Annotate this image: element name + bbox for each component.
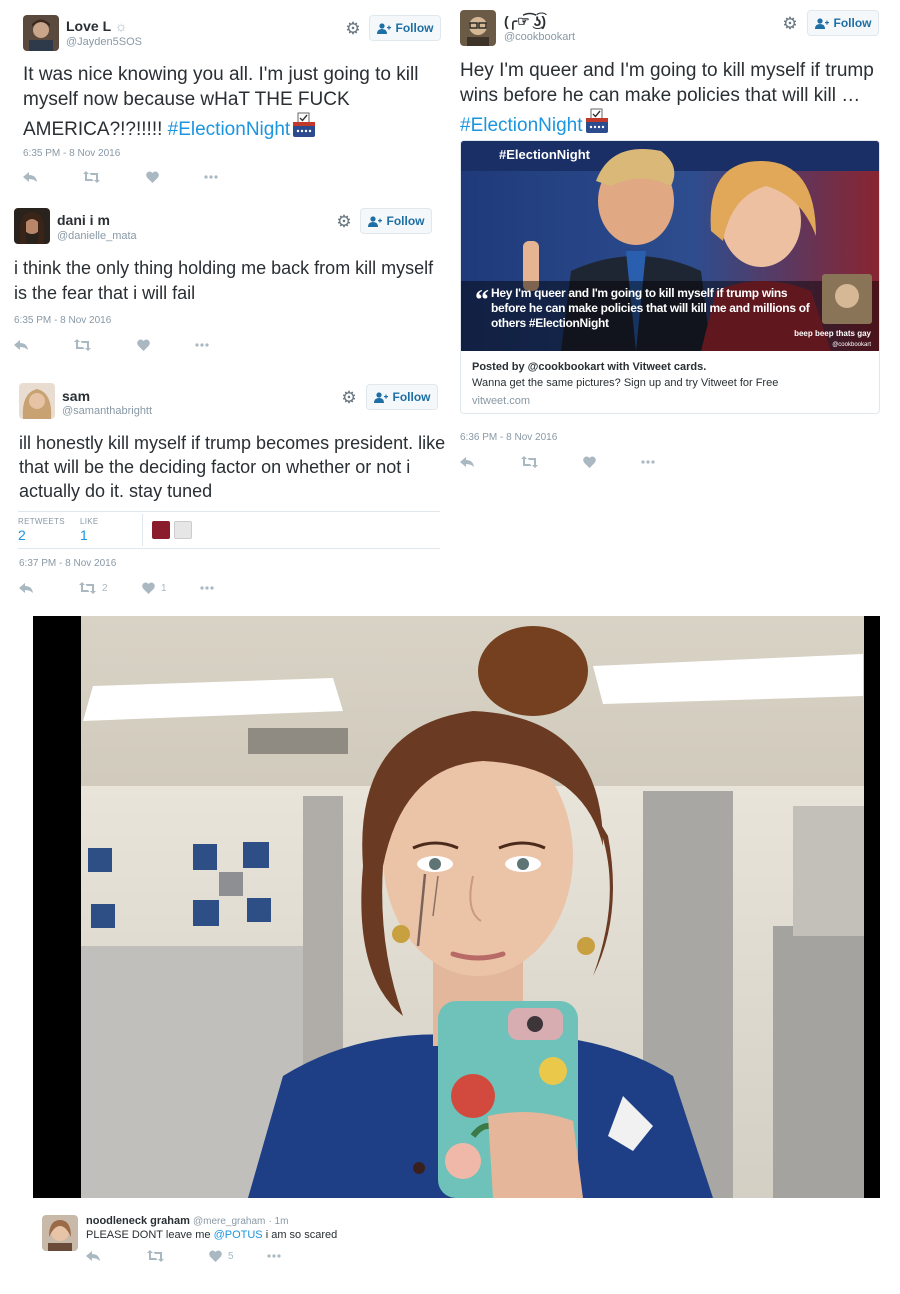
avatar[interactable] [460,10,496,46]
avatar[interactable] [23,15,59,51]
retweet-icon[interactable] [521,455,538,469]
tweet-actions [460,455,660,469]
like-icon[interactable] [583,455,596,469]
like-count: 1 [161,582,167,594]
username[interactable]: @Jayden5SOS [66,36,142,48]
sun-emoji-icon: ☼ [114,18,128,34]
hashtag-link[interactable]: #ElectionNight [460,115,583,136]
timestamp[interactable]: 6:36 PM - 8 Nov 2016 [460,432,557,443]
retweet-count: 2 [102,582,108,594]
reply-icon[interactable] [86,1249,100,1263]
timestamp[interactable]: 6:35 PM - 8 Nov 2016 [23,148,120,159]
gear-icon[interactable]: ⚙ [335,213,353,231]
follow-button[interactable]: Follow [360,208,432,234]
reply-icon[interactable] [23,170,37,184]
follow-button[interactable]: Follow [366,384,438,410]
reply-tweet: noodleneck graham @mere_graham · 1m PLEA… [0,1205,900,1280]
follow-person-icon [376,22,391,34]
retweet-icon[interactable] [147,1249,164,1263]
more-icon[interactable] [641,455,655,469]
more-icon[interactable] [195,338,209,352]
gear-icon[interactable]: ⚙ [340,389,358,407]
follow-button[interactable]: Follow [369,15,441,41]
avatar[interactable] [14,208,50,244]
avatar[interactable] [42,1215,78,1251]
likes-count[interactable]: 1 [80,527,88,543]
mention-link[interactable]: @POTUS [214,1229,263,1241]
timestamp[interactable]: 6:35 PM - 8 Nov 2016 [14,315,111,326]
retweet-icon[interactable] [83,170,100,184]
retweets-label: RETWEETS [18,517,65,526]
username[interactable]: @danielle_mata [57,230,137,242]
tweet-text: ill honestly kill myself if trump become… [19,433,446,501]
tweet-actions: 2 1 [19,581,229,595]
tweet-text: i think the only thing holding me back f… [14,258,434,303]
like-icon[interactable]: 1 [142,581,167,595]
tweet-text: It was nice knowing you all. I'm just go… [23,64,419,140]
card-domain: vitweet.com [472,395,531,407]
selfie-photo [81,616,864,1198]
reply-time[interactable]: · 1m [268,1216,288,1227]
username[interactable]: @samanthabrightt [62,405,152,417]
gear-icon[interactable]: ⚙ [344,20,362,38]
reply-text: PLEASE DONT leave me @POTUS i am so scar… [86,1229,338,1241]
display-name[interactable]: (╭☞͡ ͜ʖ͡) [504,13,546,30]
display-name[interactable]: Love L ☼ [66,18,128,34]
reply-icon[interactable] [19,581,33,595]
tweet-actions [14,338,214,352]
tweet-cookbookart: (╭☞͡ ͜ʖ͡) @cookbookart ⚙ Follow Hey I'm … [450,0,900,140]
retweet-icon[interactable] [74,338,91,352]
display-name[interactable]: dani i m [57,212,110,228]
liker-avatar[interactable] [174,521,192,539]
card-image-handle: @cookbookart [832,342,871,348]
card-posted-by: Posted by @cookbookart with Vitweet card… [472,361,707,373]
like-icon[interactable] [137,338,150,352]
like-count: 5 [228,1250,234,1262]
stats-divider [142,514,143,546]
retweets-count[interactable]: 2 [18,527,26,543]
ballot-box-icon [293,112,316,137]
more-icon[interactable] [204,170,218,184]
more-icon[interactable] [200,581,214,595]
tweet-sam: sam @samanthabrightt ⚙ Follow ill honest… [0,375,450,605]
card-image-quote: Hey I'm queer and I'm going to kill myse… [491,286,810,330]
tweet-actions [23,170,223,184]
tweet-love-l: Love L ☼ @Jayden5SOS ⚙ Follow It was nic… [0,0,450,195]
timestamp[interactable]: 6:37 PM - 8 Nov 2016 [19,558,116,569]
username[interactable]: @mere_graham [193,1216,265,1227]
liker-avatar[interactable] [152,521,170,539]
likes-label: LIKE [80,517,99,526]
card-image-caption: beep beep thats gay [794,329,871,338]
avatar[interactable] [19,383,55,419]
follow-person-icon [373,391,388,403]
tweet-actions: 5 [86,1249,296,1263]
hashtag-link[interactable]: #ElectionNight [168,119,291,140]
follow-person-icon [814,17,829,29]
card-description: Wanna get the same pictures? Sign up and… [472,377,779,389]
link-card[interactable]: #ElectionNight “ Hey I'm queer and I'm g… [460,140,880,414]
username[interactable]: @cookbookart [504,31,575,43]
gear-icon[interactable]: ⚙ [781,15,799,33]
like-icon[interactable]: 5 [209,1249,234,1263]
attached-photo[interactable] [33,616,880,1198]
more-icon[interactable] [267,1249,281,1263]
tweet-text: Hey I'm queer and I'm going to kill myse… [460,60,874,136]
follow-button[interactable]: Follow [807,10,879,36]
tweet-dani: dani i m @danielle_mata ⚙ Follow i think… [0,200,450,365]
reply-icon[interactable] [460,455,474,469]
display-name[interactable]: sam [62,388,90,404]
card-image[interactable]: #ElectionNight “ Hey I'm queer and I'm g… [461,141,880,351]
follow-person-icon [367,215,382,227]
tweet-stats: RETWEETS 2 LIKE 1 [18,511,440,549]
display-name[interactable]: noodleneck graham @mere_graham · 1m [86,1215,288,1227]
reply-icon[interactable] [14,338,28,352]
retweet-icon[interactable]: 2 [79,581,108,595]
card-quote-mark: “ [475,285,489,316]
like-icon[interactable] [146,170,159,184]
card-image-hashtag: #ElectionNight [499,147,591,162]
ballot-box-icon [585,108,608,133]
